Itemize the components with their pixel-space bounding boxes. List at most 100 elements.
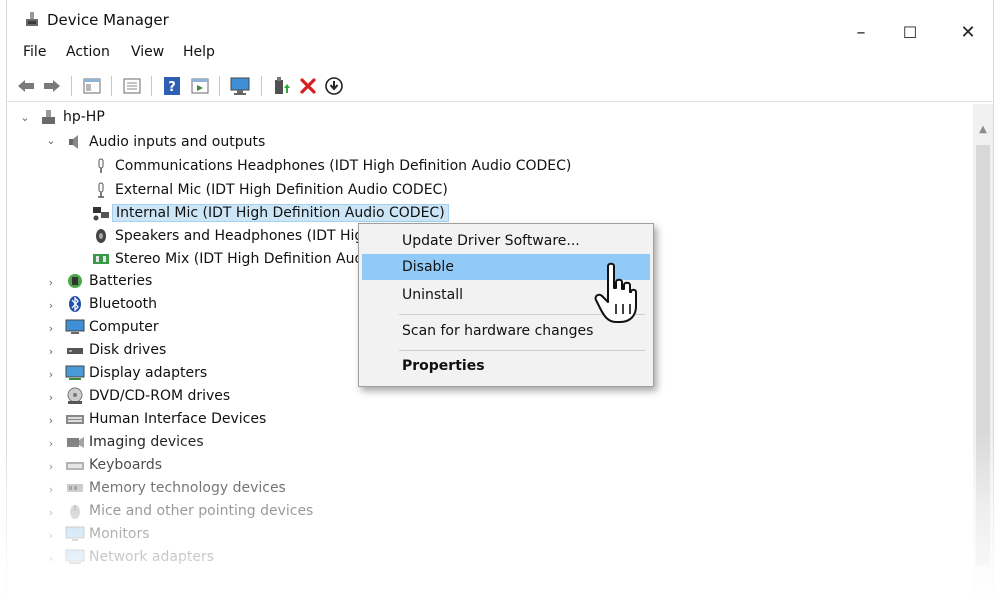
tree-leaf-device[interactable]: Communications Headphones (IDT High Defi…: [91, 155, 571, 177]
scroll-up-icon[interactable]: ▲: [976, 124, 990, 138]
properties-panel-icon[interactable]: [81, 75, 103, 97]
chevron-right-icon[interactable]: ›: [45, 529, 57, 542]
tree-node-batteries[interactable]: Batteries: [65, 270, 152, 292]
camera-icon: [65, 433, 85, 451]
hand-pointer-icon: [594, 262, 638, 326]
back-arrow-icon[interactable]: [15, 75, 37, 97]
tree-node-keyboards[interactable]: Keyboards: [65, 454, 162, 476]
tree-node-audio[interactable]: Audio inputs and outputs: [65, 131, 265, 153]
tree-leaf-label: External Mic (IDT High Definition Audio …: [115, 182, 448, 198]
uninstall-icon[interactable]: [297, 75, 319, 97]
tree-node-display-adapters[interactable]: Display adapters: [65, 362, 207, 384]
tree-node-label: Keyboards: [89, 457, 163, 473]
chevron-right-icon[interactable]: ›: [45, 391, 57, 404]
menu-view[interactable]: View: [131, 44, 164, 60]
toolbar-separator: [71, 76, 72, 96]
forward-arrow-icon[interactable]: [41, 75, 63, 97]
scrollbar-thumb[interactable]: [976, 145, 990, 565]
speaker-icon: [65, 133, 85, 151]
chevron-right-icon[interactable]: ›: [45, 437, 57, 450]
tree-node-root[interactable]: hp-HP: [39, 106, 105, 128]
bluetooth-icon: [65, 295, 85, 313]
chevron-right-icon[interactable]: ›: [45, 552, 57, 565]
tree-leaf-device-selected[interactable]: Internal Mic (IDT High Definition Audio …: [91, 202, 449, 224]
tree-node-bluetooth[interactable]: Bluetooth: [65, 293, 157, 315]
menu-help[interactable]: Help: [183, 44, 215, 60]
monitor-icon[interactable]: [229, 75, 251, 97]
chevron-right-icon[interactable]: ›: [45, 368, 57, 381]
mouse-icon: [65, 502, 85, 520]
headphones-icon: [91, 157, 111, 175]
menu-separator: [399, 350, 645, 351]
tree-node-label: Bluetooth: [89, 296, 157, 312]
speaker-device-icon: [91, 227, 111, 245]
tree-node-monitors[interactable]: Monitors: [65, 523, 150, 545]
menu-item-label: Scan for hardware changes: [402, 323, 594, 339]
tree-node-memory[interactable]: Memory technology devices: [65, 477, 286, 499]
tree-node-disk-drives[interactable]: Disk drives: [65, 339, 166, 361]
tree-node-label: Audio inputs and outputs: [89, 134, 266, 150]
monitor-icon: [65, 318, 85, 336]
tree-node-hid[interactable]: Human Interface Devices: [65, 408, 266, 430]
device-manager-icon: [23, 10, 41, 28]
tree-node-dvd-drives[interactable]: DVD/CD-ROM drives: [65, 385, 230, 407]
monitor-icon: [65, 525, 85, 543]
memory-icon: [65, 479, 85, 497]
computer-icon: [39, 108, 59, 126]
help-icon[interactable]: ?: [161, 75, 183, 97]
chevron-down-icon[interactable]: ⌄: [19, 111, 31, 124]
chevron-down-icon[interactable]: ⌄: [45, 134, 57, 147]
chevron-right-icon[interactable]: ›: [45, 460, 57, 473]
toolbar-separator: [261, 76, 262, 96]
menu-item-properties[interactable]: Properties: [362, 353, 650, 379]
tree-leaf-device[interactable]: Stereo Mix (IDT High Definition Audio: [91, 248, 376, 270]
title-bar: Device Manager – ☐ ✕: [7, 0, 993, 42]
console-tree-icon[interactable]: [121, 75, 143, 97]
tree-node-label: DVD/CD-ROM drives: [89, 388, 231, 404]
tree-leaf-label: Internal Mic (IDT High Definition Audio …: [112, 204, 449, 222]
tree-leaf-device[interactable]: Speakers and Headphones (IDT High: [91, 225, 372, 247]
svg-text:?: ?: [168, 80, 176, 95]
tree-node-label: Imaging devices: [89, 434, 204, 450]
chevron-right-icon[interactable]: ›: [45, 276, 57, 289]
chevron-right-icon[interactable]: ›: [45, 483, 57, 496]
maximize-icon[interactable]: ☐: [899, 22, 921, 44]
tree-node-mice[interactable]: Mice and other pointing devices: [65, 500, 313, 522]
chevron-right-icon[interactable]: ›: [45, 299, 57, 312]
tree-node-computer[interactable]: Computer: [65, 316, 159, 338]
tree-node-label: Human Interface Devices: [89, 411, 267, 427]
minimize-icon[interactable]: –: [850, 22, 872, 44]
tree-node-label: Disk drives: [89, 342, 167, 358]
chevron-right-icon[interactable]: ›: [45, 506, 57, 519]
chevron-right-icon[interactable]: ›: [45, 414, 57, 427]
menu-item-update-driver[interactable]: Update Driver Software...: [362, 228, 650, 254]
download-icon[interactable]: [323, 75, 345, 97]
stereo-mix-icon: [91, 250, 111, 268]
network-adapter-icon: [65, 548, 85, 566]
tree-leaf-label: Stereo Mix (IDT High Definition Audio: [115, 251, 376, 267]
update-driver-icon[interactable]: [271, 75, 293, 97]
microphone-icon: [91, 181, 111, 199]
tree-leaf-label: Speakers and Headphones (IDT High: [115, 228, 373, 244]
tree-node-label: hp-HP: [63, 109, 105, 125]
menu-bar: File Action View Help: [7, 42, 993, 66]
tree-node-imaging[interactable]: Imaging devices: [65, 431, 204, 453]
disk-drive-icon: [65, 341, 85, 359]
tree-node-network[interactable]: Network adapters: [65, 546, 214, 568]
chevron-right-icon[interactable]: ›: [45, 322, 57, 335]
tree-leaf-device[interactable]: External Mic (IDT High Definition Audio …: [91, 179, 448, 201]
chevron-right-icon[interactable]: ›: [45, 345, 57, 358]
menu-file[interactable]: File: [23, 44, 46, 60]
dvd-drive-icon: [65, 387, 85, 405]
close-icon[interactable]: ✕: [957, 22, 979, 44]
window-title: Device Manager: [47, 11, 169, 29]
toolbar-separator: [111, 76, 112, 96]
microphone-array-icon: [91, 204, 111, 222]
toolbar-separator: [151, 76, 152, 96]
tree-node-label: Batteries: [89, 273, 153, 289]
toolbar: ?: [7, 72, 993, 102]
tree-node-label: Memory technology devices: [89, 480, 286, 496]
battery-icon: [65, 272, 85, 290]
menu-action[interactable]: Action: [66, 44, 110, 60]
view-icon[interactable]: [189, 75, 211, 97]
